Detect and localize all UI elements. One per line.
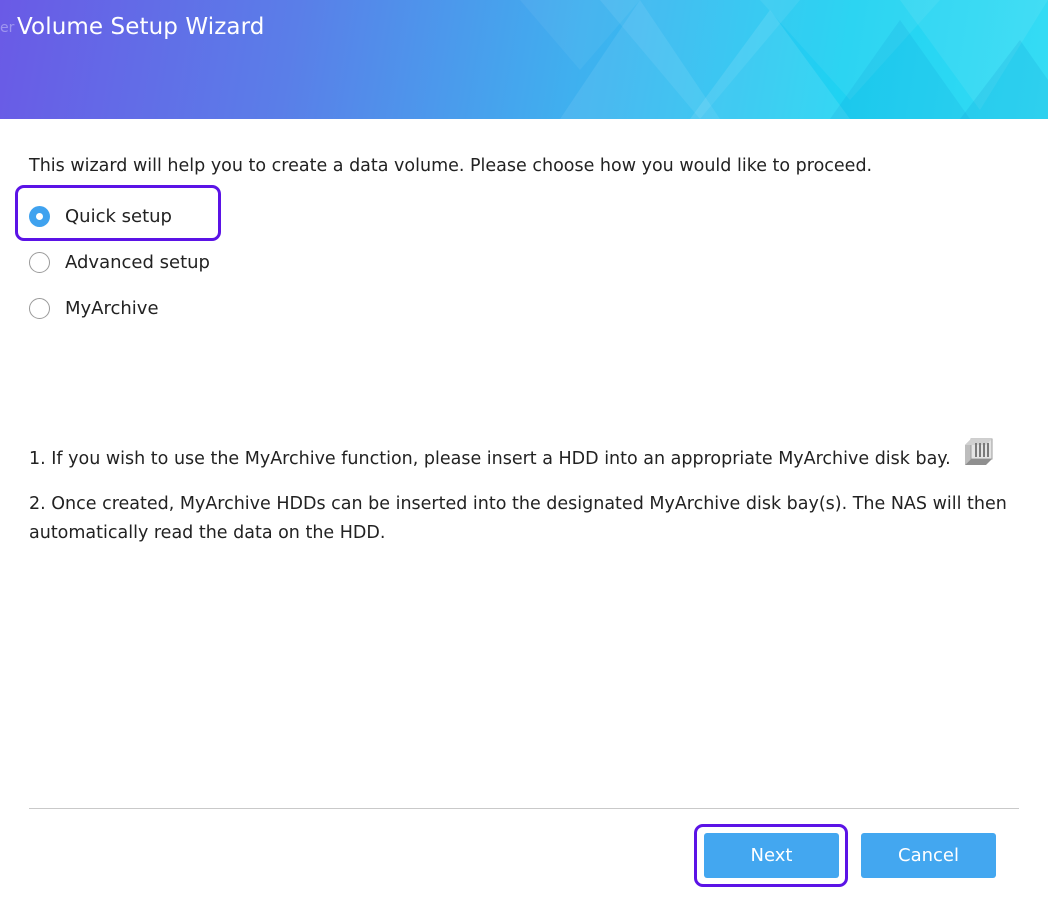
wizard-title: Volume Setup Wizard [17,14,265,40]
radio-quick-setup[interactable] [29,205,50,227]
wizard-intro-text: This wizard will help you to create a da… [29,156,873,176]
next-button[interactable]: Next [704,833,839,878]
volume-setup-wizard-window: er Volume Setup Wizard This wizard will … [0,0,1048,898]
option-myarchive[interactable]: MyArchive [29,285,210,331]
header-ghost-text: er [0,20,15,36]
hdd-disk-icon [962,435,996,477]
setup-mode-options: Quick setup Advanced setup MyArchive [29,193,210,331]
cancel-button[interactable]: Cancel [861,833,996,878]
radio-advanced-setup[interactable] [29,251,50,273]
option-label-advanced-setup: Advanced setup [65,251,210,273]
myarchive-note-1-text: 1. If you wish to use the MyArchive func… [29,449,951,469]
radio-myarchive[interactable] [29,297,50,319]
myarchive-note-2: 2. Once created, MyArchive HDDs can be i… [29,494,1007,543]
footer-divider [29,808,1019,809]
myarchive-note-1: 1. If you wish to use the MyArchive func… [29,438,1019,480]
option-quick-setup[interactable]: Quick setup [29,193,210,239]
option-advanced-setup[interactable]: Advanced setup [29,239,210,285]
wizard-header: er Volume Setup Wizard [0,0,1048,119]
option-label-quick-setup: Quick setup [65,205,172,227]
option-label-myarchive: MyArchive [65,297,159,319]
